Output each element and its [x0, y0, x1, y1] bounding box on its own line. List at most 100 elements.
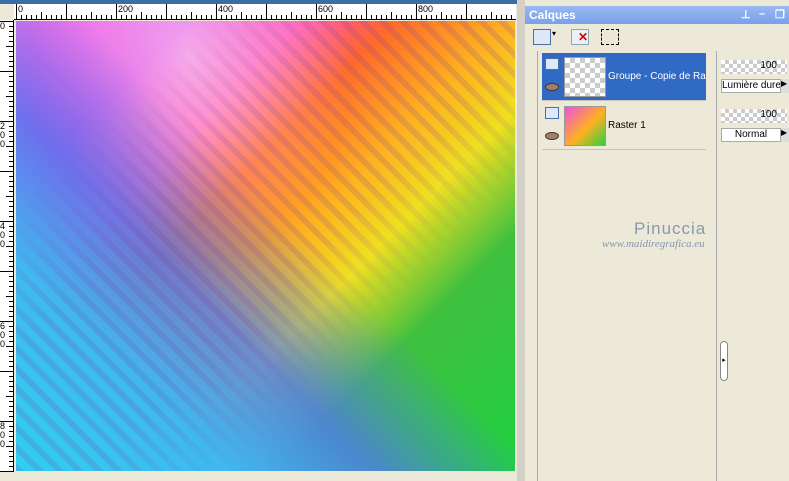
ruler-label: 0 — [18, 4, 24, 14]
ruler-tick — [6, 446, 13, 447]
ruler-tick — [9, 276, 13, 277]
ruler-tick — [9, 461, 13, 462]
ruler-tick — [16, 4, 17, 19]
ruler-tick — [9, 236, 13, 237]
ruler-tick — [9, 206, 13, 207]
ruler-tick — [111, 15, 112, 19]
layer-row[interactable]: Raster 1 — [542, 102, 706, 150]
visibility-eye-icon[interactable] — [545, 132, 559, 140]
ruler-tick — [331, 15, 332, 19]
ruler-label: 600 — [318, 4, 334, 14]
ruler-tick — [31, 15, 32, 19]
minimize-button[interactable]: – — [759, 8, 765, 20]
ruler-tick — [6, 346, 13, 347]
ruler-tick — [481, 15, 482, 19]
ruler-tick — [0, 271, 13, 272]
ruler-tick — [9, 191, 13, 192]
ruler-tick — [201, 15, 202, 19]
ruler-tick — [216, 4, 217, 19]
ruler-tick — [296, 15, 297, 19]
ruler-tick — [6, 246, 13, 247]
ruler-tick — [9, 201, 13, 202]
ruler-tick — [191, 12, 192, 19]
ruler-tick — [451, 15, 452, 19]
ruler-tick — [126, 15, 127, 19]
ruler-tick — [9, 66, 13, 67]
ruler-tick — [9, 291, 13, 292]
ruler-tick — [9, 251, 13, 252]
ruler-label: 4 0 0 — [0, 221, 6, 249]
ruler-tick — [71, 15, 72, 19]
delete-layer-icon[interactable]: ✕ — [571, 29, 589, 45]
ruler-tick — [0, 171, 13, 172]
image-canvas[interactable] — [16, 21, 515, 471]
ruler-tick — [426, 15, 427, 19]
watermark-name: Pinuccia — [634, 219, 707, 238]
ruler-tick — [256, 15, 257, 19]
blend-arrow-icon[interactable]: ▶ — [781, 128, 789, 142]
ruler-tick — [396, 15, 397, 19]
opacity-field[interactable]: 100 — [721, 60, 787, 74]
ruler-tick — [9, 106, 13, 107]
ruler-tick — [9, 136, 13, 137]
ruler-tick — [9, 391, 13, 392]
ruler-tick — [291, 12, 292, 19]
blend-arrow-icon[interactable]: ▶ — [781, 79, 789, 93]
ruler-tick — [346, 15, 347, 19]
ruler-tick — [301, 15, 302, 19]
ruler-tick — [121, 15, 122, 19]
ruler-tick — [6, 196, 13, 197]
ruler-tick — [6, 96, 13, 97]
ruler-tick — [9, 301, 13, 302]
ruler-tick — [151, 15, 152, 19]
ruler-tick — [9, 331, 13, 332]
ruler-tick — [261, 15, 262, 19]
ruler-tick — [361, 15, 362, 19]
blend-mode-select[interactable]: Lumière dure — [721, 79, 781, 93]
ruler-tick — [9, 141, 13, 142]
ruler-tick — [56, 15, 57, 19]
new-layer-icon[interactable] — [533, 29, 551, 45]
ruler-label: 400 — [218, 4, 234, 14]
ruler-tick — [281, 15, 282, 19]
ruler-tick — [41, 12, 42, 19]
ruler-tick — [511, 15, 512, 19]
panel-titlebar: Calques ⊥ – ❐ — [525, 6, 789, 24]
ruler-tick — [226, 15, 227, 19]
layers-toolbar: ▾ ✕ — [525, 26, 789, 50]
ruler-tick — [341, 12, 342, 19]
ruler-tick — [9, 456, 13, 457]
ruler-tick — [206, 15, 207, 19]
ruler-tick — [51, 15, 52, 19]
ruler-tick — [9, 31, 13, 32]
ruler-tick — [506, 15, 507, 19]
ruler-tick — [171, 15, 172, 19]
ruler-tick — [241, 12, 242, 19]
blend-mode-select[interactable]: Normal — [721, 128, 781, 142]
edit-selection-icon[interactable] — [601, 29, 619, 45]
ruler-tick — [221, 15, 222, 19]
dropdown-arrow-icon[interactable]: ▾ — [552, 29, 560, 45]
ruler-label: 800 — [418, 4, 434, 14]
ruler-label: 200 — [118, 4, 134, 14]
opacity-field[interactable]: 100 — [721, 109, 787, 123]
ruler-tick — [9, 176, 13, 177]
ruler-tick — [9, 91, 13, 92]
ruler-tick — [9, 336, 13, 337]
ruler-tick — [9, 406, 13, 407]
layer-name: Groupe - Copie de Raster 1 — [608, 71, 706, 82]
ruler-tick — [9, 466, 13, 467]
ruler-tick — [9, 216, 13, 217]
ruler-tick — [9, 51, 13, 52]
pin-button[interactable]: ⊥ — [741, 8, 751, 21]
ruler-tick — [9, 226, 13, 227]
visibility-eye-icon[interactable] — [545, 83, 559, 91]
ruler-tick — [9, 281, 13, 282]
layer-row[interactable]: Groupe - Copie de Raster 1 — [542, 53, 706, 101]
restore-button[interactable]: ❐ — [775, 8, 785, 21]
ruler-tick — [166, 4, 167, 19]
ruler-tick — [76, 15, 77, 19]
ruler-tick — [21, 15, 22, 19]
workspace-scrollbar[interactable] — [517, 0, 525, 481]
ruler-tick — [351, 15, 352, 19]
